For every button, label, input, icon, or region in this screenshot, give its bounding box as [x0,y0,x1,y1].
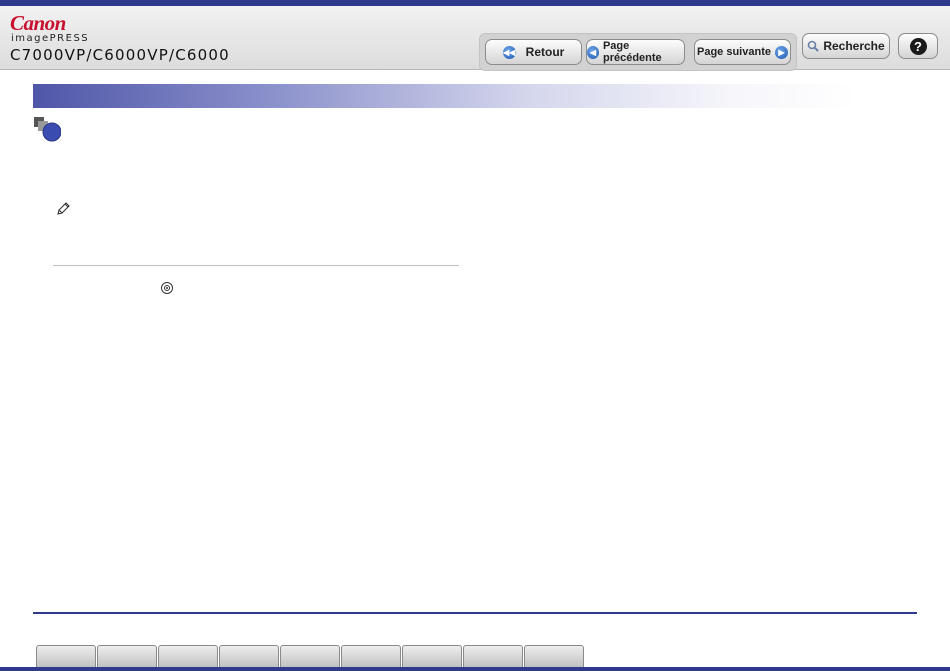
help-icon: ? [909,37,927,55]
section-banner [33,84,857,108]
product-name: imagePRESS [11,33,90,44]
next-page-button[interactable]: Page suivante ▶ [694,39,791,65]
footer-tab[interactable] [219,645,279,669]
footer-divider [33,612,917,614]
footer-tab[interactable] [341,645,401,669]
footer-tab[interactable] [158,645,218,669]
footer-tab[interactable] [97,645,157,669]
next-page-label: Page suivante [697,46,771,58]
settings-key-icon [161,282,173,294]
back-button-label: Retour [525,45,565,59]
footer-tab[interactable] [524,645,584,669]
search-button[interactable]: Recherche [802,33,890,59]
header: Canon imagePRESS C7000VP/C6000VP/C6000 ◀… [0,6,950,71]
arrow-left-icon: ◀ [587,45,599,59]
arrow-right-icon: ▶ [774,45,788,59]
footer-tab[interactable] [402,645,462,669]
nav-button-group: ◀◀ Retour ◀ Page précédente Page suivant… [479,33,797,71]
search-button-label: Recherche [823,39,885,53]
footer-tab[interactable] [280,645,340,669]
bottom-accent-bar [0,667,950,671]
previous-page-button[interactable]: ◀ Page précédente [586,39,685,65]
pencil-note-icon [57,202,70,215]
section-bullet-icon [34,117,61,142]
divider-line [53,265,459,266]
previous-page-label: Page précédente [602,40,662,64]
back-button[interactable]: ◀◀ Retour [485,39,582,65]
rewind-icon: ◀◀ [502,45,516,59]
model-name: C7000VP/C6000VP/C6000 [10,46,230,64]
footer-tab[interactable] [36,645,96,669]
help-button[interactable]: ? [898,33,938,59]
footer-tab[interactable] [463,645,523,669]
search-icon [808,40,820,52]
